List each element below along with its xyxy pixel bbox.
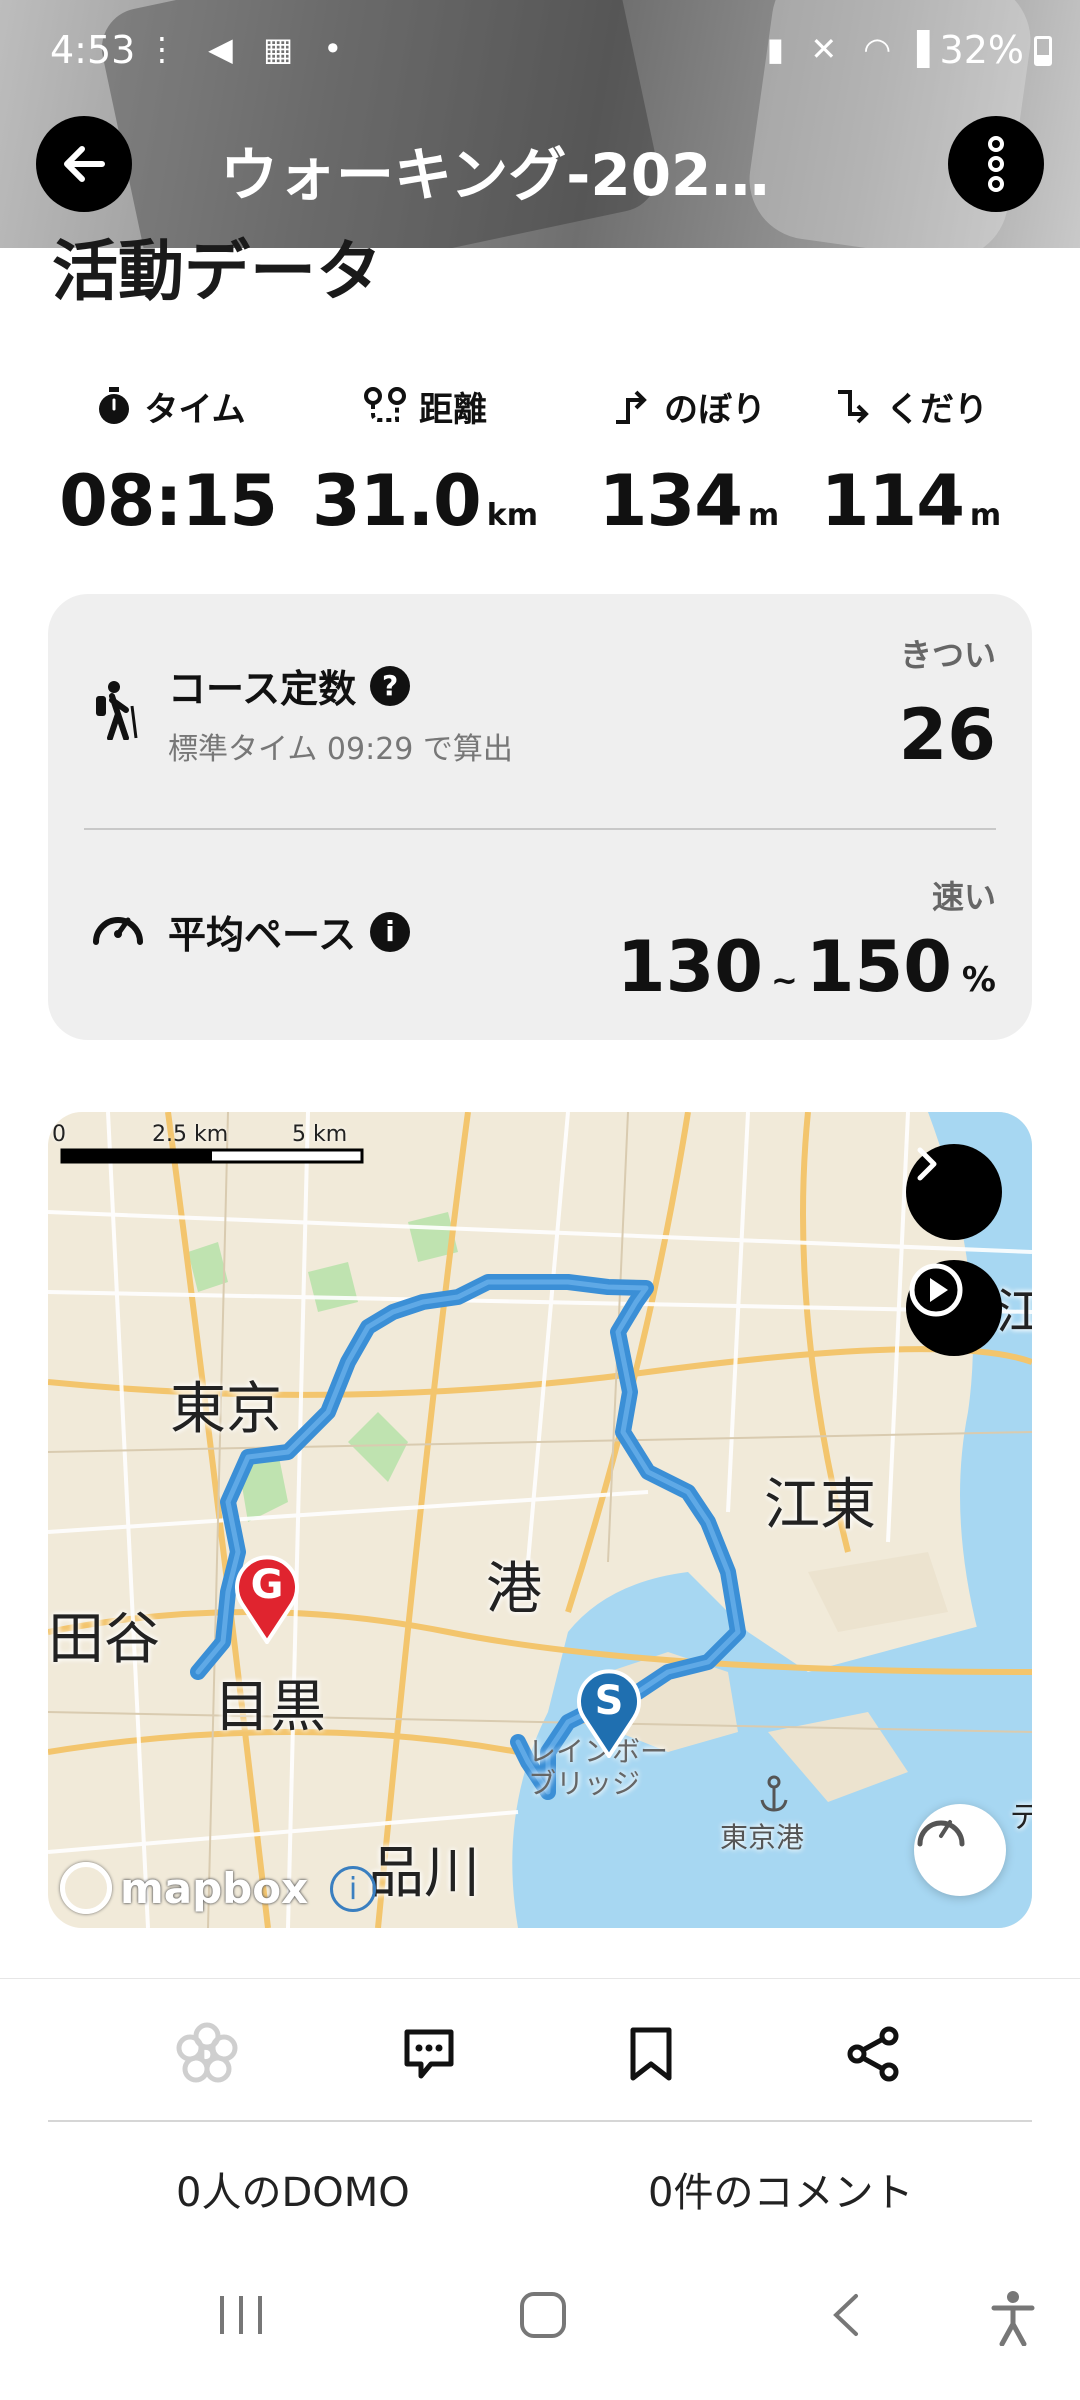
battery-percent: 32% — [939, 28, 1024, 72]
actions-divider — [48, 2120, 1032, 2122]
notification-icons: ⋮ ◀ ▦ • — [146, 30, 353, 68]
map-label-tokyo-port: 東京港 — [720, 1821, 805, 1854]
hiker-icon — [96, 681, 138, 740]
mapbox-logo-icon — [60, 1862, 112, 1914]
help-icon[interactable]: ? — [370, 665, 411, 706]
stat-time: タイム 08:15 — [36, 380, 306, 542]
course-constant-value: 26 — [898, 694, 996, 776]
action-bar: D — [0, 1978, 1080, 2118]
domo-button[interactable]: D — [172, 2019, 242, 2089]
chevron-right-icon — [917, 1147, 937, 1181]
status-time: 4:53 — [50, 28, 136, 72]
back-button[interactable] — [36, 116, 132, 212]
course-level: きつい — [899, 636, 996, 674]
status-bar: 4:53 ⋮ ◀ ▦ • ▮ ✕ ◠ ▌ 32% — [0, 0, 1080, 100]
course-constant-title: コース定数 ? — [168, 658, 411, 713]
stat-label: くだり — [886, 389, 988, 430]
scale-label: 0 — [52, 1122, 66, 1147]
share-button[interactable] — [838, 2019, 908, 2089]
section-title: 活動データ — [52, 233, 382, 310]
pace-level: 速い — [931, 878, 996, 916]
recent-apps-icon[interactable] — [214, 2290, 268, 2340]
comment-icon — [404, 2029, 454, 2079]
home-icon[interactable] — [516, 2290, 570, 2340]
svg-text:D: D — [199, 2043, 216, 2067]
avg-pace-title: 平均ペース i — [168, 904, 411, 959]
speedometer-icon — [93, 917, 143, 945]
comment-button[interactable] — [394, 2019, 464, 2089]
stat-distance: 距離 31.0 km — [290, 380, 560, 542]
stat-descent: くだり 114 m — [776, 380, 1046, 543]
stat-unit: km — [486, 498, 538, 533]
descent-icon — [838, 390, 869, 424]
battery-icon — [1034, 36, 1052, 66]
stat-unit: m — [969, 498, 1002, 533]
scale-label: 5 km — [292, 1122, 348, 1147]
stat-value: 134 — [598, 460, 743, 542]
mapbox-attribution: mapbox — [60, 1862, 308, 1914]
play-circle-icon — [909, 1263, 963, 1317]
system-icons: ▮ ✕ ◠ ▌ — [766, 30, 950, 68]
comment-count[interactable]: 0件のコメント — [648, 2160, 913, 2218]
course-pace-card: コース定数 ? 標準タイム 09:29 で算出 きつい 26 平均ペース i 速… — [48, 594, 1032, 1040]
avg-pace-label: 平均ペース — [168, 913, 357, 957]
map-playback-button[interactable] — [906, 1260, 1002, 1356]
map-speed-button[interactable] — [914, 1804, 1006, 1896]
course-subtitle: 標準タイム 09:29 で算出 — [168, 732, 513, 767]
course-constant-label: コース定数 — [168, 667, 357, 711]
stat-value: 08:15 — [59, 460, 278, 542]
share-icon — [847, 2026, 899, 2082]
accessibility-icon[interactable] — [990, 2290, 1036, 2346]
stat-label: タイム — [144, 389, 246, 430]
card-divider — [84, 828, 996, 830]
more-options-button[interactable] — [948, 116, 1044, 212]
route-icon — [364, 387, 406, 422]
bookmark-icon — [630, 2027, 672, 2081]
pace-max: 150 — [805, 926, 952, 1008]
arrow-left-icon — [64, 146, 105, 182]
pace-range: 130 ~ 150 % — [617, 926, 996, 1008]
stat-label: のぼり — [664, 389, 766, 430]
system-navigation-bar — [0, 2250, 1080, 2400]
back-nav-icon[interactable] — [826, 2290, 866, 2340]
stopwatch-icon — [99, 387, 130, 424]
route-map[interactable]: 0 2.5 km 5 km 東京 江東 港 田谷 目黒 品川 レインボー ブリッ… — [48, 1112, 1032, 1928]
scale-label: 2.5 km — [152, 1122, 229, 1147]
header-banner: 4:53 ⋮ ◀ ▦ • ▮ ✕ ◠ ▌ 32% ウォーキング-202… — [0, 0, 1080, 248]
stat-label: 距離 — [419, 389, 487, 430]
stat-unit: m — [747, 498, 780, 533]
map-label-shinagawa: 品川 — [368, 1841, 480, 1906]
activity-stats: タイム 08:15 距離 31.0 km のぼり 134 m くだり 114 m — [0, 380, 1080, 550]
map-label-tokyo: 東京 — [170, 1377, 282, 1442]
anchor-icon — [760, 1775, 788, 1812]
pace-tilde: ~ — [770, 961, 798, 999]
ascent-icon — [616, 390, 647, 424]
start-marker[interactable]: S — [574, 1668, 644, 1758]
start-label: S — [594, 1678, 624, 1724]
map-info-button[interactable]: i — [330, 1866, 376, 1912]
goal-label: G — [250, 1562, 284, 1608]
map-canvas — [48, 1112, 1032, 1928]
mapbox-text: mapbox — [120, 1863, 309, 1913]
map-label-meguro: 目黒 — [214, 1675, 326, 1740]
goal-marker[interactable]: G — [232, 1552, 302, 1644]
more-vertical-icon — [988, 136, 1004, 192]
pace-min: 130 — [616, 926, 763, 1008]
pace-unit: % — [961, 960, 996, 1000]
bookmark-button[interactable] — [616, 2019, 686, 2089]
stat-value: 31.0 — [312, 460, 482, 542]
map-label-koto: 江東 — [764, 1473, 876, 1538]
info-icon[interactable]: i — [370, 911, 411, 952]
map-label-setagaya: 田谷 — [48, 1607, 160, 1672]
stat-value: 114 — [820, 460, 965, 542]
domo-count[interactable]: 0人のDOMO — [176, 2160, 410, 2218]
map-label-edge-2: デ — [1010, 1800, 1032, 1835]
map-expand-button[interactable] — [906, 1144, 1002, 1240]
activity-title: ウォーキング-202… — [220, 141, 770, 209]
map-label-minato: 港 — [486, 1557, 542, 1622]
domo-flower-icon: D — [176, 2022, 238, 2083]
speedometer-icon — [917, 1820, 965, 1847]
